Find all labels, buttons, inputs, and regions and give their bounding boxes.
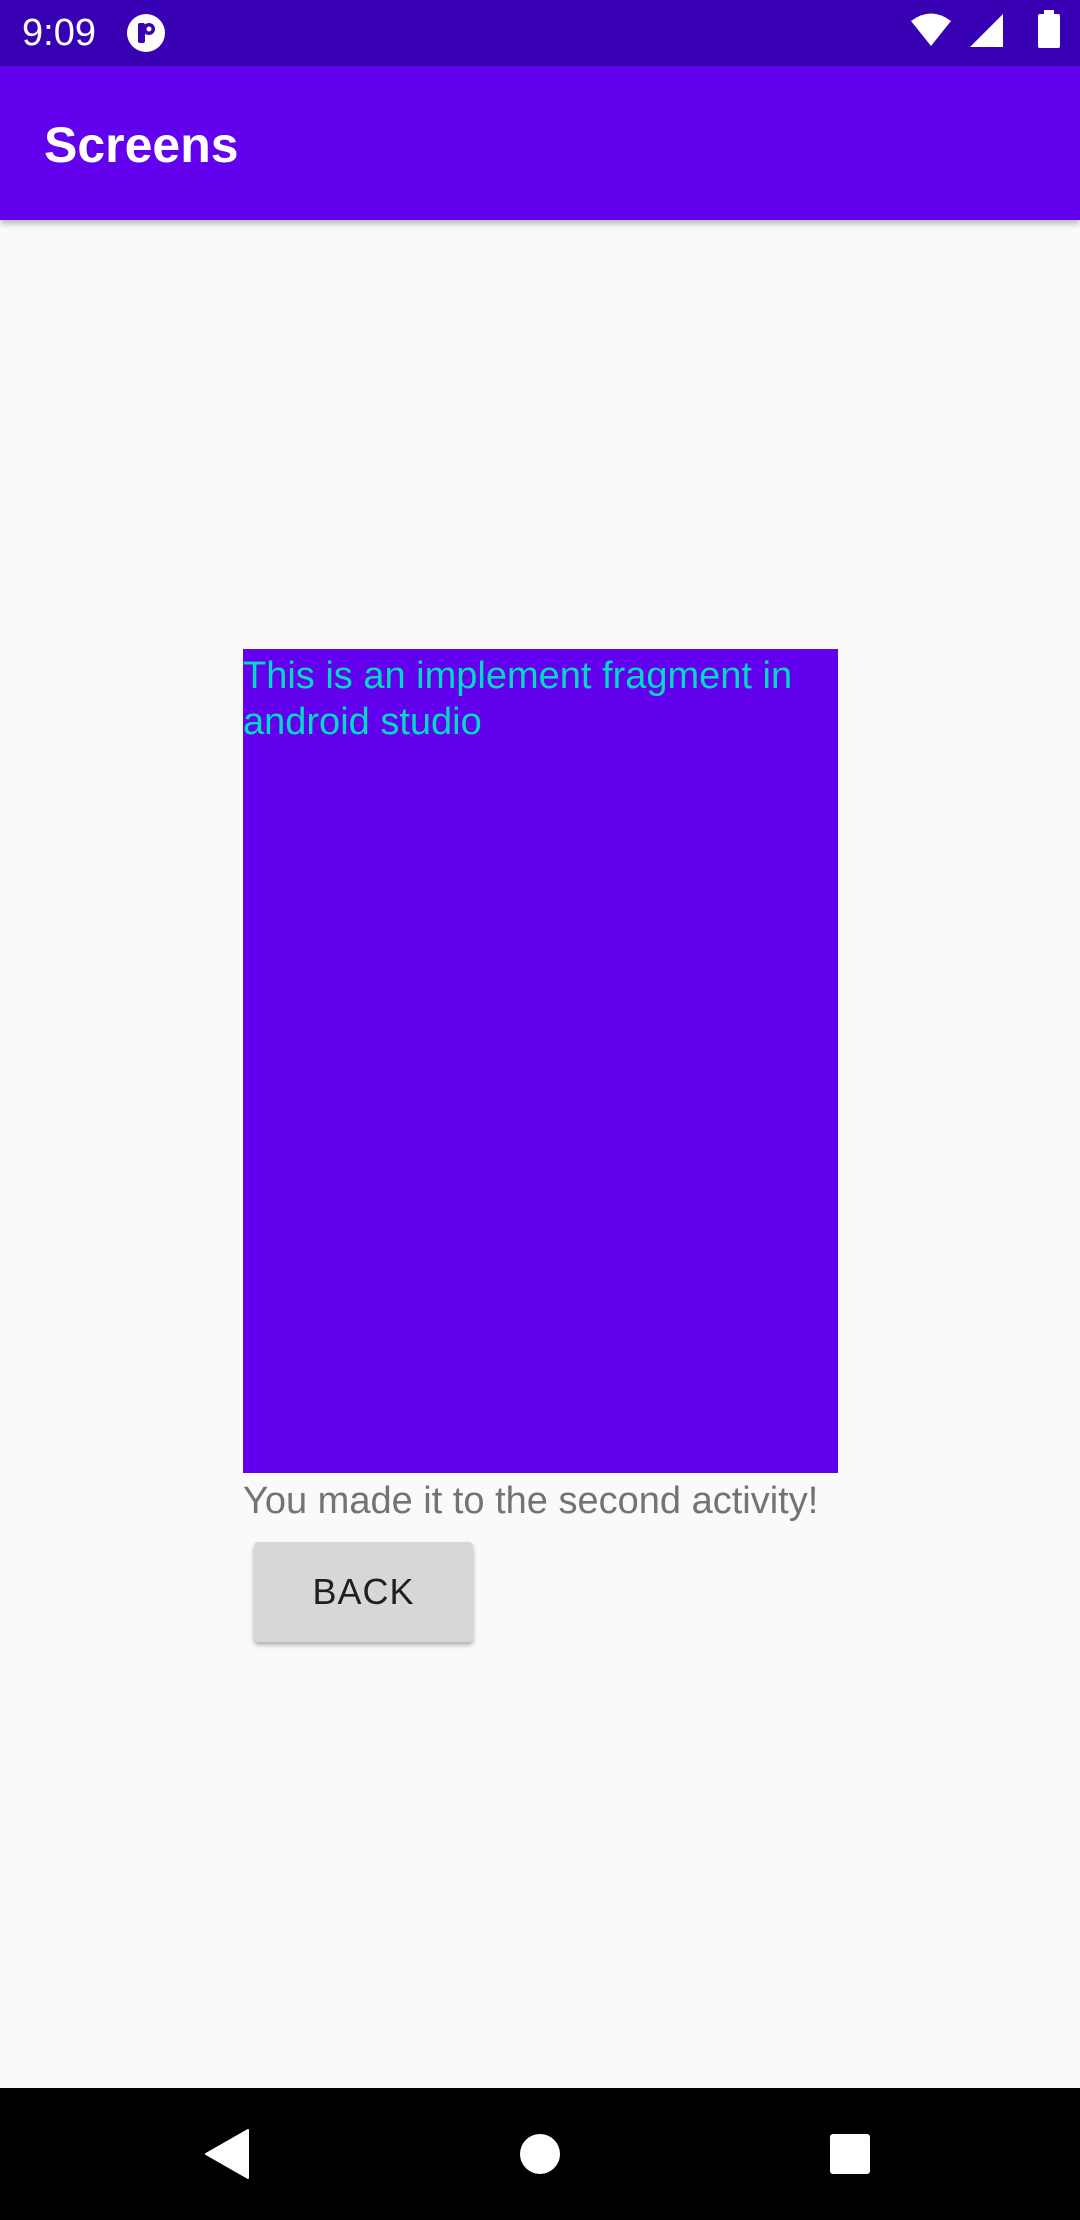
nav-back-button[interactable] xyxy=(160,2088,292,2220)
status-bar: 9:09 xyxy=(0,0,1080,66)
cell-signal-icon xyxy=(970,14,1003,47)
navigation-bar xyxy=(0,2088,1080,2220)
fragment-container: This is an implement fragment in android… xyxy=(243,649,838,1473)
back-triangle-icon xyxy=(205,2129,249,2179)
app-title: Screens xyxy=(44,117,239,173)
app-bar: Screens xyxy=(0,66,1080,220)
fragment-text: This is an implement fragment in android… xyxy=(243,655,793,743)
status-time: 9:09 xyxy=(22,12,96,54)
nav-home-button[interactable] xyxy=(474,2088,606,2220)
nav-recents-button[interactable] xyxy=(784,2088,916,2220)
wifi-icon xyxy=(911,13,951,46)
recents-square-icon xyxy=(830,2134,870,2174)
back-button[interactable]: BACK xyxy=(254,1542,473,1642)
home-circle-icon xyxy=(520,2134,560,2174)
second-activity-message: You made it to the second activity! xyxy=(243,1480,819,1522)
notification-app-icon xyxy=(126,13,166,53)
battery-icon xyxy=(1038,10,1060,48)
